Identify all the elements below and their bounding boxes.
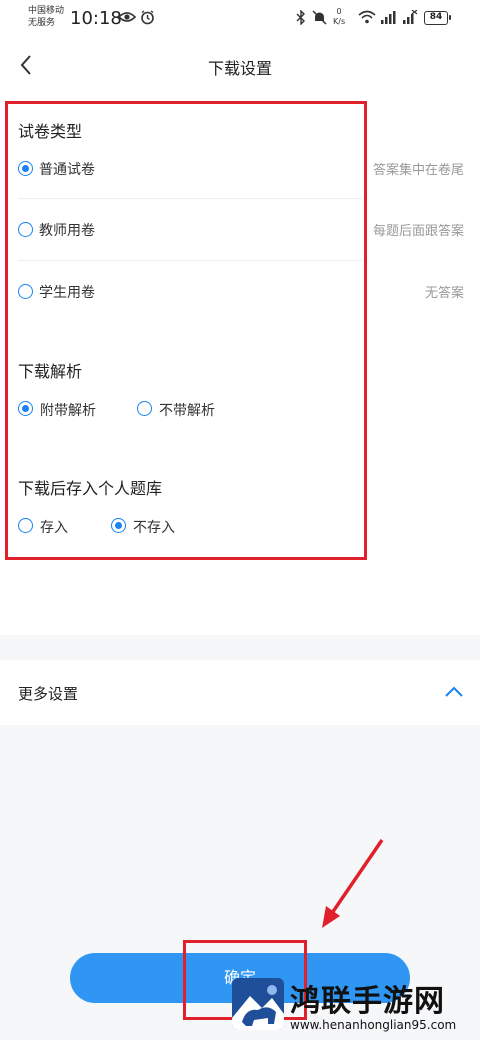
chevron-up-icon[interactable] (443, 684, 465, 700)
battery-indicator: 84 (424, 11, 451, 25)
horse-logo-icon (232, 978, 284, 1030)
mute-bell-icon (312, 10, 327, 29)
option-hint: 每题后面跟答案 (372, 224, 464, 239)
option-hint: 答案集中在卷尾 (372, 163, 464, 178)
bluetooth-icon (296, 9, 306, 29)
carrier-name: 中国移动 (28, 6, 65, 16)
clock: 10:18 (70, 8, 122, 29)
watermark-title: 鸿联手游网 (290, 984, 445, 1019)
status-bar: 中国移动 无服务 10:18 0 K/s 84 (0, 0, 480, 40)
annotation-highlight-box (5, 101, 367, 560)
eye-icon (117, 10, 137, 28)
alarm-icon (140, 10, 155, 29)
wifi-icon (358, 10, 376, 28)
option-hint: 无答案 (424, 286, 464, 301)
net-speed: 0 K/s (333, 7, 345, 27)
top-nav-bar: 下载设置 (0, 40, 480, 90)
signal-4g-icon (380, 10, 398, 28)
page-title: 下载设置 (207, 59, 272, 78)
watermark-url: www.henanhonglian95.com (290, 1018, 457, 1032)
more-settings-label: 更多设置 (18, 685, 79, 703)
carrier-info: 中国移动 无服务 (28, 5, 64, 29)
carrier-service: 无服务 (28, 18, 56, 28)
net-speed-value: 0 (336, 7, 342, 16)
annotation-arrow (322, 839, 384, 928)
watermark: 鸿联手游网 www.henanhonglian95.com (228, 970, 478, 1036)
net-speed-unit: K/s (333, 17, 346, 26)
signal-nosim-icon (402, 9, 418, 28)
more-settings-row[interactable]: 更多设置 (0, 660, 480, 725)
